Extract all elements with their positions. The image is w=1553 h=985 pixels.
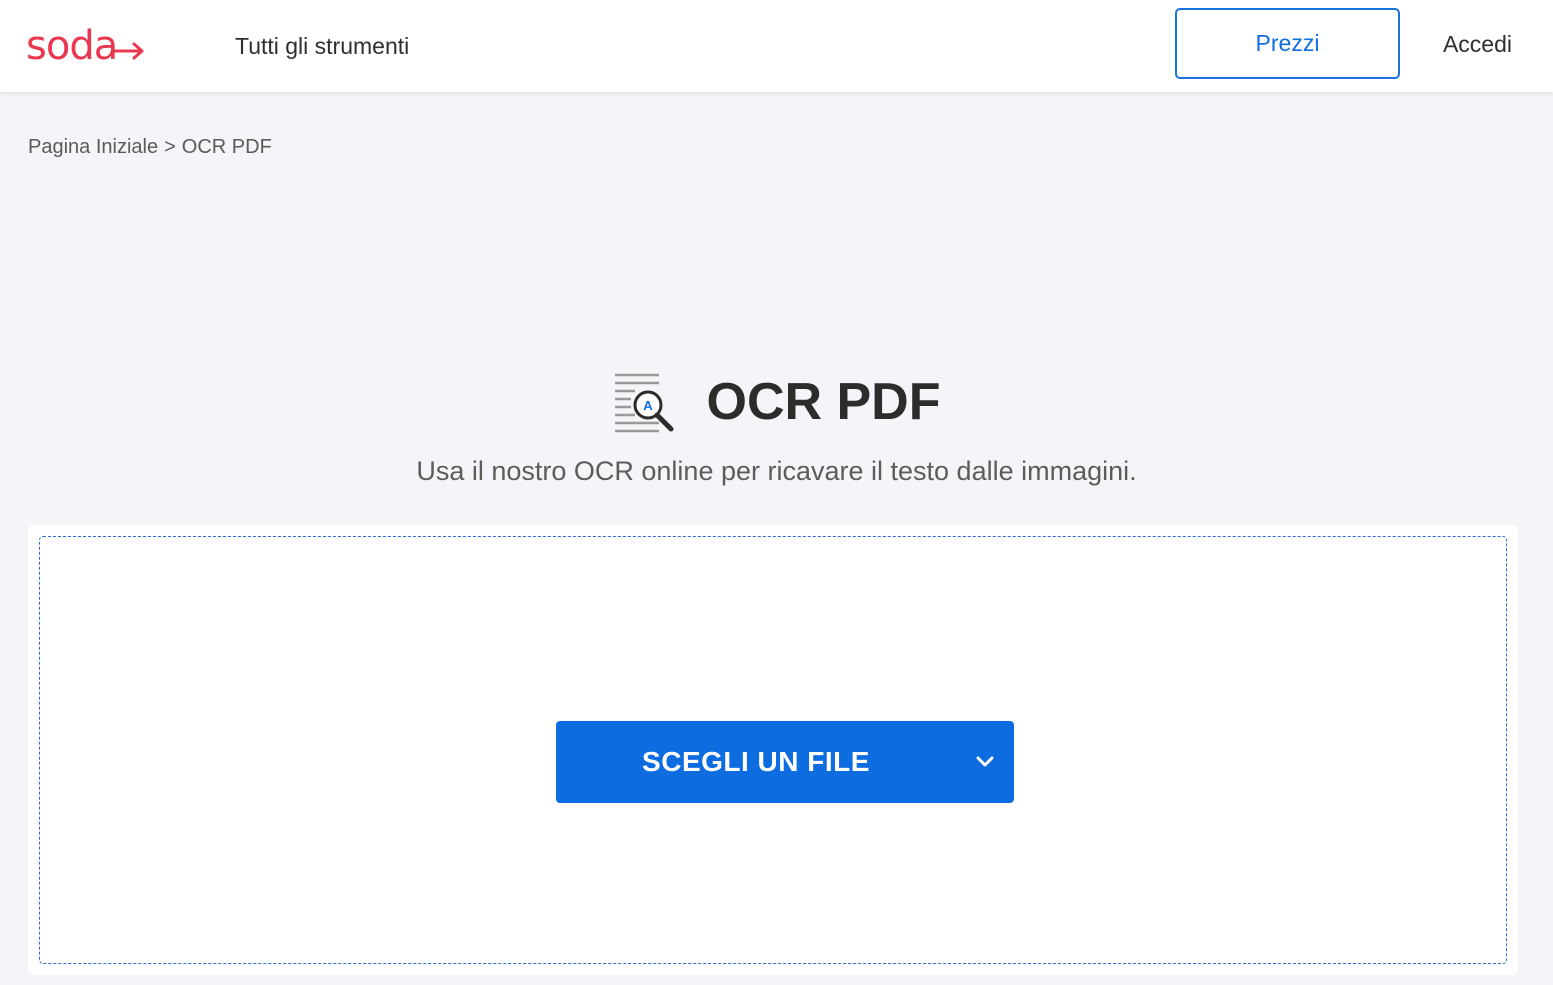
page-title: OCR PDF [706,373,941,431]
ocr-magnifier-icon: A [614,373,673,433]
choose-file-label: SCEGLI UN FILE [642,746,870,777]
all-tools-menu[interactable]: Tutti gli strumenti [235,30,409,62]
upload-card: SCEGLI UN FILE [28,525,1518,975]
top-navigation-bar: soda Tutti gli strumenti Prezzi Accedi [0,0,1553,92]
svg-text:A: A [643,398,653,413]
breadcrumb-current: OCR PDF [181,136,272,158]
login-button[interactable]: Accedi [1420,26,1535,62]
breadcrumb: Pagina Iniziale > OCR PDF [28,133,272,161]
pricing-button[interactable]: Prezzi [1175,8,1400,79]
choose-file-button[interactable]: SCEGLI UN FILE [556,721,1014,803]
soda-logo[interactable]: soda [26,22,145,70]
file-dropzone[interactable]: SCEGLI UN FILE [39,536,1507,964]
logo-arrow-icon [113,42,144,60]
breadcrumb-separator: > [164,136,176,158]
breadcrumb-home-link[interactable]: Pagina Iniziale [28,133,158,161]
logo-text: soda [26,23,118,69]
hero-header: A OCR PDF [0,362,1553,442]
chevron-down-icon[interactable] [956,721,1014,803]
page-subtitle: Usa il nostro OCR online per ricavare il… [416,456,1137,486]
